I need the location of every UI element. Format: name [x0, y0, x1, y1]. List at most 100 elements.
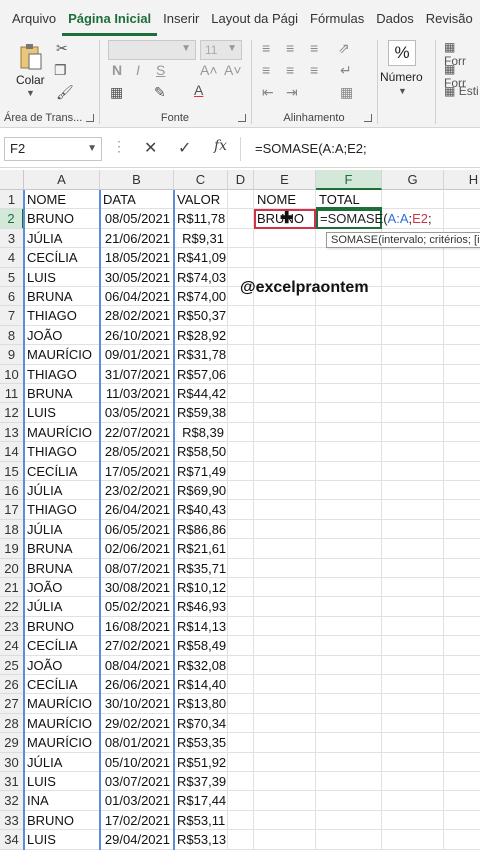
row-header[interactable]: 22: [0, 597, 24, 617]
align-top-icon[interactable]: ≡: [262, 40, 270, 56]
cell[interactable]: [254, 500, 316, 520]
cell[interactable]: [444, 268, 480, 287]
cell[interactable]: [316, 422, 382, 443]
row-header[interactable]: 33: [0, 810, 24, 831]
cell[interactable]: [382, 384, 444, 404]
cell[interactable]: [316, 733, 382, 753]
cell[interactable]: [316, 461, 382, 481]
row-header[interactable]: 26: [0, 675, 24, 695]
cell[interactable]: [254, 461, 316, 481]
column-header-h[interactable]: H: [444, 170, 480, 190]
cell[interactable]: [316, 578, 382, 598]
cell[interactable]: [228, 481, 254, 501]
cell-nome[interactable]: THIAGO: [24, 306, 100, 326]
cell-data[interactable]: 30/08/2021: [100, 578, 174, 598]
row-header[interactable]: 7: [0, 306, 24, 326]
cell-valor[interactable]: R$53,13: [174, 830, 228, 850]
cell[interactable]: [228, 190, 254, 210]
cell[interactable]: [382, 810, 444, 831]
cell-nome[interactable]: INA: [24, 791, 100, 811]
cell-data[interactable]: 27/02/2021: [100, 636, 174, 656]
cell[interactable]: [228, 558, 254, 578]
row-header[interactable]: 20: [0, 558, 24, 578]
cell-nome[interactable]: CECÍLIA: [24, 248, 100, 268]
cell-nome[interactable]: LUIS: [24, 403, 100, 423]
cell-valor[interactable]: R$71,49: [174, 461, 228, 481]
cell[interactable]: [382, 461, 444, 481]
merge-center-icon[interactable]: ▦: [340, 84, 353, 101]
cell-nome[interactable]: LUIS: [24, 830, 100, 850]
cell-nome[interactable]: THIAGO: [24, 442, 100, 462]
cell[interactable]: [228, 636, 254, 656]
cell[interactable]: [254, 578, 316, 598]
cell-nome[interactable]: LUIS: [24, 267, 100, 287]
align-middle-icon[interactable]: ≡: [286, 40, 294, 56]
cell[interactable]: [228, 306, 254, 326]
cell[interactable]: [316, 248, 382, 268]
cell[interactable]: [444, 287, 480, 307]
cell-data[interactable]: 29/02/2021: [100, 713, 174, 734]
cell[interactable]: [444, 520, 480, 540]
cell-valor[interactable]: R$35,71: [174, 558, 228, 578]
tab-0[interactable]: Arquivo: [6, 2, 62, 36]
cell-data[interactable]: 28/05/2021: [100, 442, 174, 462]
cell[interactable]: [444, 656, 480, 675]
grow-font-button[interactable]: A˄: [200, 62, 218, 78]
cell-data[interactable]: 02/06/2021: [100, 539, 174, 559]
cell[interactable]: [382, 539, 444, 559]
row-header[interactable]: 9: [0, 345, 24, 365]
insert-function-icon[interactable]: fx: [214, 138, 227, 154]
cell-nome[interactable]: MAURÍCIO: [24, 713, 100, 734]
format-painter-icon[interactable]: 🖌: [56, 84, 74, 101]
cell[interactable]: [254, 325, 316, 346]
cell-data[interactable]: 01/03/2021: [100, 791, 174, 811]
cell[interactable]: [444, 753, 480, 772]
cell-valor[interactable]: R$53,11: [174, 810, 228, 831]
cell-data[interactable]: 08/01/2021: [100, 733, 174, 753]
cell[interactable]: [382, 597, 444, 617]
cell-data[interactable]: 26/06/2021: [100, 675, 174, 695]
row-header[interactable]: 32: [0, 791, 24, 811]
row-header[interactable]: 2: [0, 209, 24, 229]
cell[interactable]: [382, 655, 444, 675]
cell[interactable]: [444, 578, 480, 598]
cell-data[interactable]: 26/10/2021: [100, 325, 174, 346]
column-header-g[interactable]: G: [382, 170, 444, 190]
formula-input[interactable]: =SOMASE(A:A;E2;: [240, 137, 480, 161]
paste-icon[interactable]: [16, 42, 46, 72]
column-header-b[interactable]: B: [100, 170, 174, 190]
cell-nome[interactable]: CECÍLIA: [24, 675, 100, 695]
row-header[interactable]: 3: [0, 228, 24, 249]
cell-valor[interactable]: R$31,78: [174, 345, 228, 365]
cell[interactable]: [382, 364, 444, 384]
cell-nome[interactable]: THIAGO: [24, 364, 100, 384]
cell-data[interactable]: 05/02/2021: [100, 597, 174, 617]
cell[interactable]: [444, 306, 480, 326]
cell-valor[interactable]: R$40,43: [174, 500, 228, 520]
cell[interactable]: [228, 772, 254, 792]
active-cell-f2[interactable]: =SOMASE(A:A;E2;: [316, 209, 432, 229]
cell[interactable]: [382, 306, 444, 326]
paste-dropdown-icon[interactable]: ▼: [26, 88, 35, 98]
cell-valor[interactable]: R$58,49: [174, 636, 228, 656]
cell-data[interactable]: 18/05/2021: [100, 248, 174, 268]
cell[interactable]: [254, 636, 316, 656]
cell[interactable]: [228, 616, 254, 637]
cell-nome[interactable]: JÚLIA: [24, 228, 100, 249]
cell[interactable]: [382, 519, 444, 540]
header-cell-valor[interactable]: VALOR: [174, 190, 228, 210]
row-header[interactable]: 12: [0, 403, 24, 423]
cell[interactable]: [228, 442, 254, 462]
cell[interactable]: [228, 713, 254, 734]
row-header[interactable]: 17: [0, 500, 24, 520]
row-header[interactable]: 18: [0, 519, 24, 540]
cell[interactable]: [382, 616, 444, 637]
cell-data[interactable]: 05/10/2021: [100, 752, 174, 772]
cell[interactable]: [254, 306, 316, 326]
cell-nome[interactable]: MAURÍCIO: [24, 694, 100, 714]
cell[interactable]: [228, 500, 254, 520]
cell-valor[interactable]: R$74,00: [174, 287, 228, 307]
cell[interactable]: [228, 539, 254, 559]
row-header[interactable]: 24: [0, 636, 24, 656]
cell[interactable]: [444, 733, 480, 753]
